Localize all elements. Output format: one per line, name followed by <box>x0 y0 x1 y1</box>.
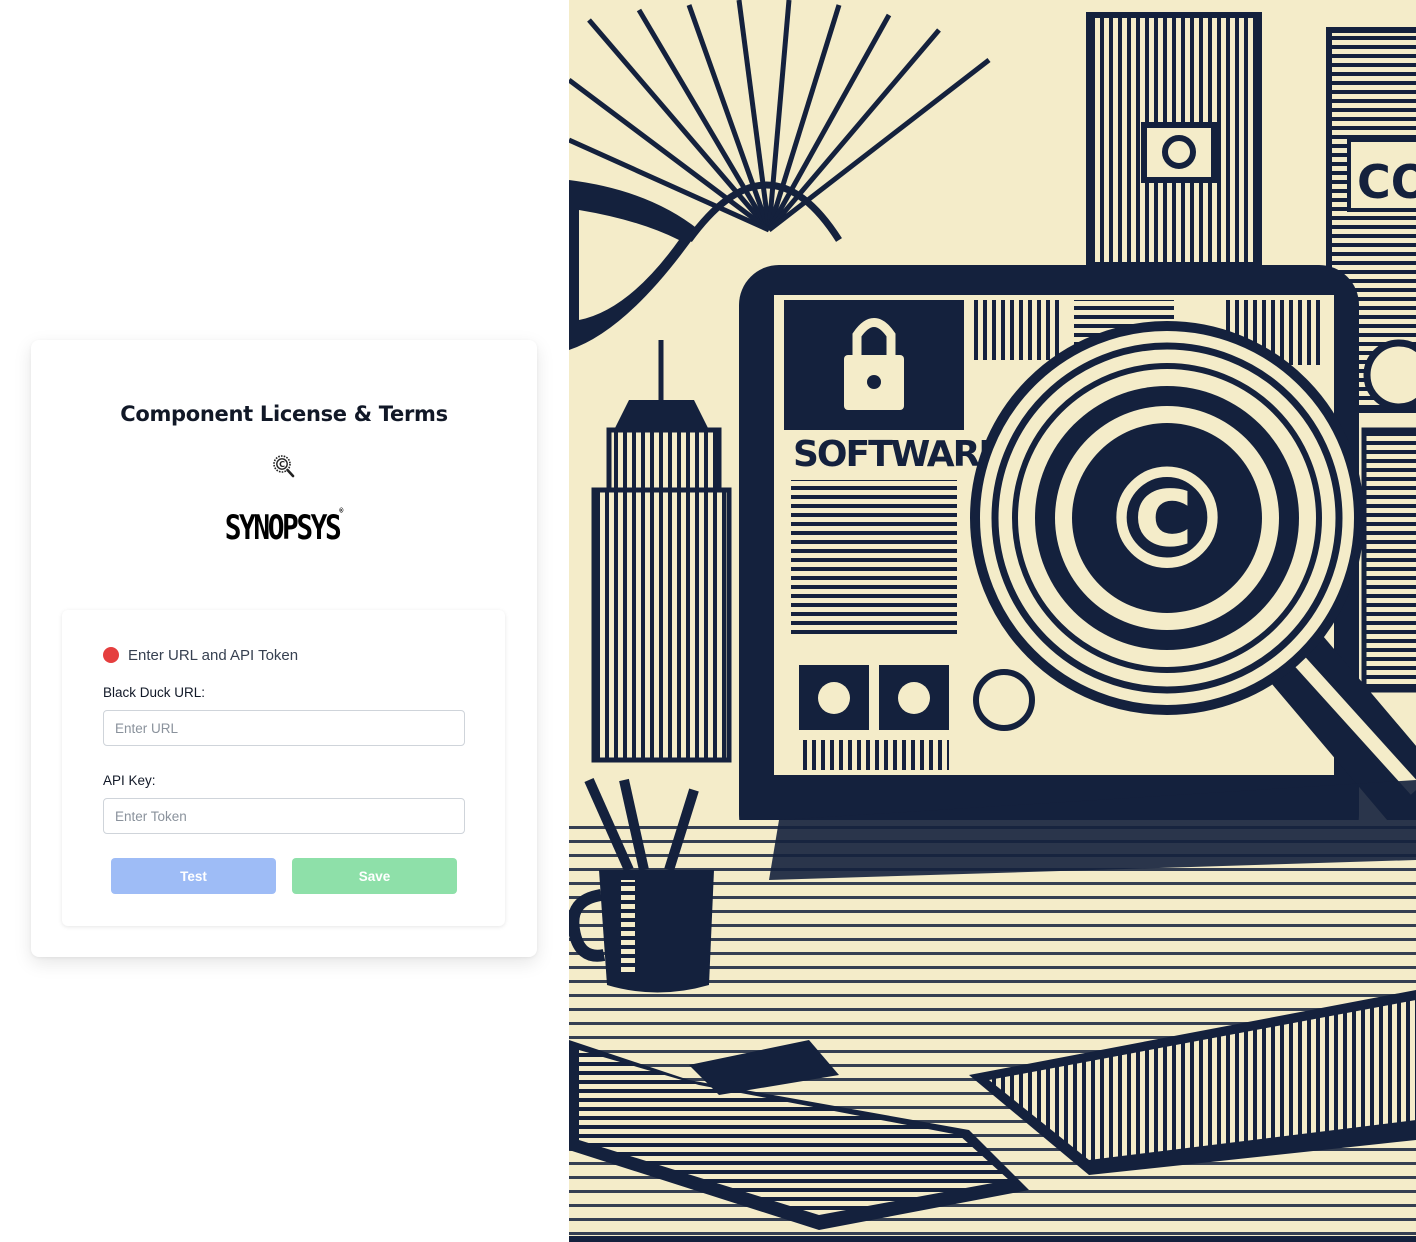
url-label: Black Duck URL: <box>103 685 206 700</box>
status-dot <box>103 647 119 663</box>
side-sign-text: CO <box>1357 155 1416 209</box>
login-pane: Component License & Terms C SYNOPSYS® En… <box>0 0 569 1242</box>
page-title: Component License & Terms <box>120 402 448 426</box>
status-text: Enter URL and API Token <box>128 646 299 664</box>
status-indicator: Enter URL and API Token <box>103 646 298 664</box>
illustration-svg: CO SOFTWARE © <box>569 0 1416 1242</box>
connection-form: Enter URL and API Token Black Duck URL: … <box>62 610 505 926</box>
token-input[interactable] <box>103 798 465 834</box>
magnifier-copyright-icon: C <box>273 455 295 478</box>
app-icon-1 <box>818 682 850 714</box>
svg-text:C: C <box>279 460 285 469</box>
copyright-symbol: © <box>1097 439 1237 602</box>
screen-document-lines <box>791 480 957 635</box>
logo-registered-mark: ® <box>339 505 344 515</box>
app-icon-2 <box>898 682 930 714</box>
token-label: API Key: <box>103 773 156 788</box>
camera-icon <box>1141 122 1217 183</box>
url-input[interactable] <box>103 710 465 746</box>
test-button[interactable]: Test <box>111 858 276 894</box>
copyright-illustration: CO SOFTWARE © <box>569 0 1416 1242</box>
side-panel-lower <box>1361 427 1416 693</box>
logo-text: SYNOPSYS <box>224 508 342 548</box>
screen-software-label: SOFTWARE <box>793 434 1001 475</box>
save-button[interactable]: Save <box>292 858 457 894</box>
settings-card: Component License & Terms C SYNOPSYS® En… <box>31 340 537 957</box>
x-badge-icon <box>1363 339 1416 411</box>
app-icon-3 <box>973 669 1035 731</box>
synopsys-logo: SYNOPSYS® <box>77 505 492 548</box>
